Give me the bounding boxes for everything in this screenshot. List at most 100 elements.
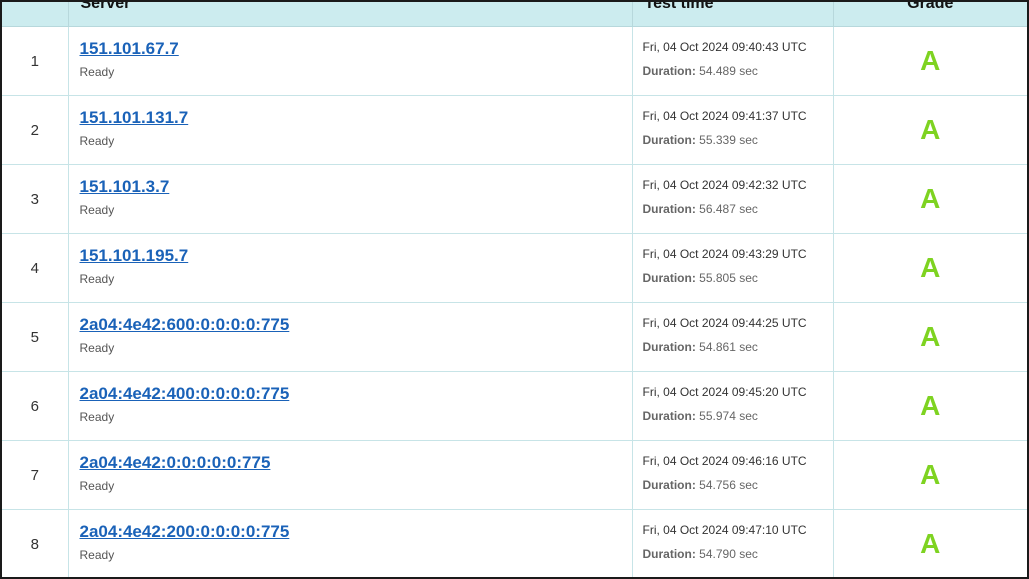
grade-badge: A xyxy=(920,528,941,559)
grade-badge: A xyxy=(920,183,941,214)
test-date: Fri, 04 Oct 2024 09:45:20 UTC xyxy=(642,385,807,399)
duration-label: Duration: xyxy=(642,202,696,216)
test-duration: Duration: 55.974 sec xyxy=(643,409,833,423)
server-status: Ready xyxy=(79,479,115,493)
duration-value: 55.339 sec xyxy=(699,133,758,147)
header-test-time: Test time xyxy=(631,2,833,27)
table-row: 5 2a04:4e42:600:0:0:0:0:775 Ready Fri, 0… xyxy=(2,302,1027,372)
test-duration: Duration: 55.339 sec xyxy=(643,133,833,147)
duration-value: 56.487 sec xyxy=(699,202,758,216)
table-row: 6 2a04:4e42:400:0:0:0:0:775 Ready Fri, 0… xyxy=(2,371,1027,441)
header-number xyxy=(2,2,68,27)
server-link[interactable]: 2a04:4e42:600:0:0:0:0:775 xyxy=(80,315,632,335)
table-body: 1 151.101.67.7 Ready Fri, 04 Oct 2024 09… xyxy=(2,26,1027,577)
server-link[interactable]: 151.101.195.7 xyxy=(80,246,632,266)
test-time-cell: Fri, 04 Oct 2024 09:45:20 UTC Duration: … xyxy=(631,371,833,441)
header-grade-label: Grade xyxy=(907,2,954,12)
server-results-table: Server Test time Grade 1 151.101.67.7 Re… xyxy=(2,2,1027,577)
grade-badge: A xyxy=(920,390,941,421)
test-time-cell: Fri, 04 Oct 2024 09:41:37 UTC Duration: … xyxy=(631,95,833,165)
table-row: 2 151.101.131.7 Ready Fri, 04 Oct 2024 0… xyxy=(2,95,1027,165)
grade-badge: A xyxy=(920,321,941,352)
test-date: Fri, 04 Oct 2024 09:40:43 UTC xyxy=(642,40,807,54)
row-number: 4 xyxy=(2,233,68,303)
server-link[interactable]: 2a04:4e42:400:0:0:0:0:775 xyxy=(80,384,632,404)
duration-label: Duration: xyxy=(642,409,696,423)
test-time-cell: Fri, 04 Oct 2024 09:44:25 UTC Duration: … xyxy=(631,302,833,372)
test-time-cell: Fri, 04 Oct 2024 09:40:43 UTC Duration: … xyxy=(631,26,833,96)
grade-cell: A xyxy=(832,440,1027,510)
test-time-cell: Fri, 04 Oct 2024 09:47:10 UTC Duration: … xyxy=(631,509,833,577)
grade-badge: A xyxy=(920,114,941,145)
row-number: 6 xyxy=(2,371,68,441)
grade-badge: A xyxy=(920,252,941,283)
table-row: 1 151.101.67.7 Ready Fri, 04 Oct 2024 09… xyxy=(2,26,1027,96)
duration-label: Duration: xyxy=(642,547,696,561)
test-date: Fri, 04 Oct 2024 09:42:32 UTC xyxy=(642,178,807,192)
grade-badge: A xyxy=(920,45,941,76)
header-server: Server xyxy=(67,2,632,27)
test-duration: Duration: 54.756 sec xyxy=(643,478,833,492)
server-cell: 151.101.131.7 Ready xyxy=(67,95,632,165)
results-panel: Server Test time Grade 1 151.101.67.7 Re… xyxy=(0,0,1029,579)
header-grade: Grade xyxy=(832,2,1027,27)
test-date: Fri, 04 Oct 2024 09:44:25 UTC xyxy=(642,316,807,330)
duration-value: 54.790 sec xyxy=(699,547,758,561)
server-status: Ready xyxy=(79,410,115,424)
duration-label: Duration: xyxy=(642,271,696,285)
row-number: 5 xyxy=(2,302,68,372)
duration-label: Duration: xyxy=(642,340,696,354)
server-link[interactable]: 151.101.131.7 xyxy=(80,108,632,128)
row-number: 7 xyxy=(2,440,68,510)
test-duration: Duration: 56.487 sec xyxy=(643,202,833,216)
test-date: Fri, 04 Oct 2024 09:47:10 UTC xyxy=(642,523,807,537)
server-cell: 151.101.67.7 Ready xyxy=(67,26,632,96)
row-number: 8 xyxy=(30,535,39,553)
grade-cell: A xyxy=(832,95,1027,165)
test-time-cell: Fri, 04 Oct 2024 09:43:29 UTC Duration: … xyxy=(631,233,833,303)
table-row: 7 2a04:4e42:0:0:0:0:0:775 Ready Fri, 04 … xyxy=(2,440,1027,510)
table-header: Server Test time Grade xyxy=(2,2,1027,27)
duration-value: 54.756 sec xyxy=(699,478,758,492)
grade-cell: A xyxy=(832,164,1027,234)
server-status: Ready xyxy=(79,272,115,286)
grade-cell: A xyxy=(832,302,1027,372)
test-duration: Duration: 54.790 sec xyxy=(643,547,833,561)
duration-label: Duration: xyxy=(642,478,696,492)
table-row: 3 151.101.3.7 Ready Fri, 04 Oct 2024 09:… xyxy=(2,164,1027,234)
header-row: Server Test time Grade xyxy=(2,2,1027,27)
server-link[interactable]: 2a04:4e42:0:0:0:0:0:775 xyxy=(80,453,632,473)
row-number: 1 xyxy=(2,26,68,96)
server-cell: 2a04:4e42:200:0:0:0:0:775 Ready xyxy=(67,509,632,577)
server-cell: 2a04:4e42:0:0:0:0:0:775 Ready xyxy=(67,440,632,510)
server-link[interactable]: 2a04:4e42:200:0:0:0:0:775 xyxy=(80,522,632,542)
duration-value: 54.861 sec xyxy=(699,340,758,354)
server-status: Ready xyxy=(79,548,115,562)
server-cell: 2a04:4e42:400:0:0:0:0:775 Ready xyxy=(67,371,632,441)
server-cell: 151.101.3.7 Ready xyxy=(67,164,632,234)
server-link[interactable]: 151.101.67.7 xyxy=(80,39,632,59)
grade-cell: A xyxy=(832,509,1027,577)
duration-value: 54.489 sec xyxy=(699,64,758,78)
header-test-time-label: Test time xyxy=(644,2,714,12)
test-date: Fri, 04 Oct 2024 09:46:16 UTC xyxy=(642,454,807,468)
test-time-cell: Fri, 04 Oct 2024 09:42:32 UTC Duration: … xyxy=(631,164,833,234)
grade-cell: A xyxy=(832,26,1027,96)
server-cell: 2a04:4e42:600:0:0:0:0:775 Ready xyxy=(67,302,632,372)
grade-badge: A xyxy=(920,459,941,490)
header-server-label: Server xyxy=(80,2,131,12)
server-link[interactable]: 151.101.3.7 xyxy=(80,177,632,197)
server-cell: 151.101.195.7 Ready xyxy=(67,233,632,303)
table-row: 4 151.101.195.7 Ready Fri, 04 Oct 2024 0… xyxy=(2,233,1027,303)
server-status: Ready xyxy=(79,203,115,217)
table-row: 8 2a04:4e42:200:0:0:0:0:775 Ready Fri, 0… xyxy=(2,509,1027,577)
test-duration: Duration: 54.489 sec xyxy=(643,64,833,78)
test-time-cell: Fri, 04 Oct 2024 09:46:16 UTC Duration: … xyxy=(631,440,833,510)
duration-value: 55.974 sec xyxy=(699,409,758,423)
row-number: 3 xyxy=(2,164,68,234)
row-number: 2 xyxy=(2,95,68,165)
duration-value: 55.805 sec xyxy=(699,271,758,285)
duration-label: Duration: xyxy=(642,64,696,78)
test-date: Fri, 04 Oct 2024 09:41:37 UTC xyxy=(642,109,807,123)
server-status: Ready xyxy=(79,341,115,355)
